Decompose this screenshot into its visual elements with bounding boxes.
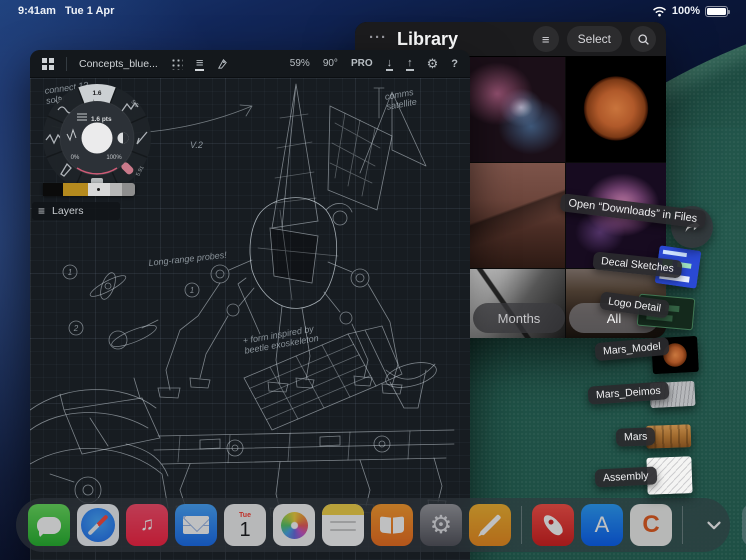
dock-divider	[682, 506, 683, 544]
layers-panel-toggle[interactable]: ≡ Layers	[32, 202, 120, 220]
dock-icon-notes[interactable]	[322, 504, 364, 546]
notes-header-strip	[322, 504, 364, 515]
drag-label: Assembly	[594, 466, 657, 488]
help-button[interactable]: ?	[451, 58, 458, 70]
color-palette-bar[interactable]	[43, 183, 135, 196]
segment-months[interactable]: Months	[473, 303, 565, 333]
dock-icon-app-store[interactable]: A	[581, 504, 623, 546]
swatch-light-gray[interactable]	[110, 183, 122, 196]
view-mode-icon[interactable]: ≡	[194, 56, 205, 71]
dock-icon-calendar[interactable]: Tue 1	[224, 504, 266, 546]
select-button[interactable]: Select	[566, 26, 622, 52]
import-button[interactable]: ↓	[385, 57, 394, 71]
opacity-min-label: 0%	[71, 155, 80, 161]
dock-icon-cinema4d[interactable]: C	[630, 504, 672, 546]
filter-button[interactable]: ≡	[532, 26, 559, 52]
calendar-day: 1	[239, 519, 251, 541]
pro-badge[interactable]: PRO	[351, 58, 373, 69]
settings-gear-icon[interactable]: ⚙	[427, 56, 439, 72]
dock-icon-settings[interactable]: ⚙	[420, 504, 462, 546]
ipad-screen: 9:41am Tue 1 Apr 100% ··· Library ≡ Sele…	[0, 0, 746, 560]
open-book-icon	[380, 517, 404, 533]
battery-percent: 100%	[671, 5, 700, 17]
photo-thumbnail-mars-hills[interactable]	[465, 163, 565, 268]
dock-icon-app-library[interactable]	[742, 504, 746, 546]
drawing-canvas[interactable]: 1 2 1 connect 12 solar V.2 comms satelli…	[30, 78, 470, 560]
active-tool-size: 1.6	[92, 90, 101, 97]
dock-collapse-button[interactable]	[693, 504, 735, 546]
gear-icon: ⚙	[429, 511, 453, 539]
opacity-max-label: 100%	[106, 155, 122, 161]
window-options-button[interactable]: ···	[369, 29, 387, 46]
dock: ♫ Tue 1 ⚙ A C	[16, 498, 746, 552]
document-title[interactable]: Concepts_blue...	[79, 58, 158, 70]
search-icon	[637, 33, 649, 45]
rotation-value[interactable]: 90°	[323, 58, 338, 69]
export-button[interactable]: ↑	[406, 57, 414, 71]
circled-number-2: 2	[73, 324, 79, 333]
dock-icon-music[interactable]: ♫	[126, 504, 168, 546]
app-store-a-icon: A	[594, 512, 610, 537]
circled-number-1: 1	[68, 268, 72, 277]
photo-thumbnail-horsehead-nebula[interactable]	[465, 57, 565, 162]
photo-thumbnail-mars-planet[interactable]	[566, 57, 666, 162]
color-well[interactable]	[81, 122, 113, 154]
music-note-icon: ♫	[139, 514, 155, 535]
messages-bubble-icon	[37, 516, 61, 538]
grid-settings-icon[interactable]	[169, 57, 183, 70]
zoom-level[interactable]: 59%	[290, 58, 310, 69]
chevron-down-icon	[707, 521, 721, 530]
rocket-icon	[540, 512, 566, 538]
dock-icon-messages[interactable]	[28, 504, 70, 546]
search-button[interactable]	[630, 26, 656, 52]
pen-mode-icon[interactable]	[216, 57, 229, 70]
dock-icon-books[interactable]	[371, 504, 413, 546]
dock-icon-mail[interactable]	[175, 504, 217, 546]
concepts-titlebar: Concepts_blue... ≡ 59% 90° PRO ↓ ↑ ⚙ ?	[30, 50, 470, 78]
dock-icon-drawing-app[interactable]	[469, 504, 511, 546]
status-time: 9:41am	[18, 5, 56, 17]
photos-flower-icon	[280, 511, 308, 539]
pen-icon	[479, 514, 501, 536]
swatch-gray[interactable]	[122, 183, 135, 196]
photos-title: Library	[397, 28, 459, 49]
swatch-black[interactable]	[43, 183, 63, 196]
layers-icon: ≡	[38, 204, 46, 218]
mail-envelope-icon	[183, 516, 209, 534]
stroke-size-label[interactable]: 1.6 pts	[91, 116, 112, 123]
concepts-app-window: Concepts_blue... ≡ 59% 90° PRO ↓ ↑ ⚙ ? 1…	[30, 50, 470, 560]
wifi-icon	[652, 6, 666, 17]
status-date: Tue 1 Apr	[64, 5, 115, 17]
swatch-gold[interactable]	[63, 183, 88, 196]
tool-wheel[interactable]: 1.0 5.5 5.91 6.11 1.6 1.6 pts 0% 100%	[41, 82, 153, 194]
drag-label: Mars	[615, 427, 656, 447]
dock-icon-rocket-app[interactable]	[532, 504, 574, 546]
dock-divider	[521, 506, 522, 544]
safari-compass-icon	[81, 508, 115, 542]
annotation-version: V.2	[190, 140, 203, 150]
dock-icon-photos[interactable]	[273, 504, 315, 546]
c-logo-icon: C	[642, 511, 660, 538]
swatch-white-selected[interactable]	[88, 183, 110, 196]
battery-icon	[705, 5, 730, 17]
app-menu-icon[interactable]	[42, 57, 54, 70]
circled-number-1b: 1	[190, 286, 194, 295]
dock-icon-safari[interactable]	[77, 504, 119, 546]
status-bar: 9:41am Tue 1 Apr 100%	[0, 0, 746, 22]
layers-label: Layers	[52, 205, 84, 217]
